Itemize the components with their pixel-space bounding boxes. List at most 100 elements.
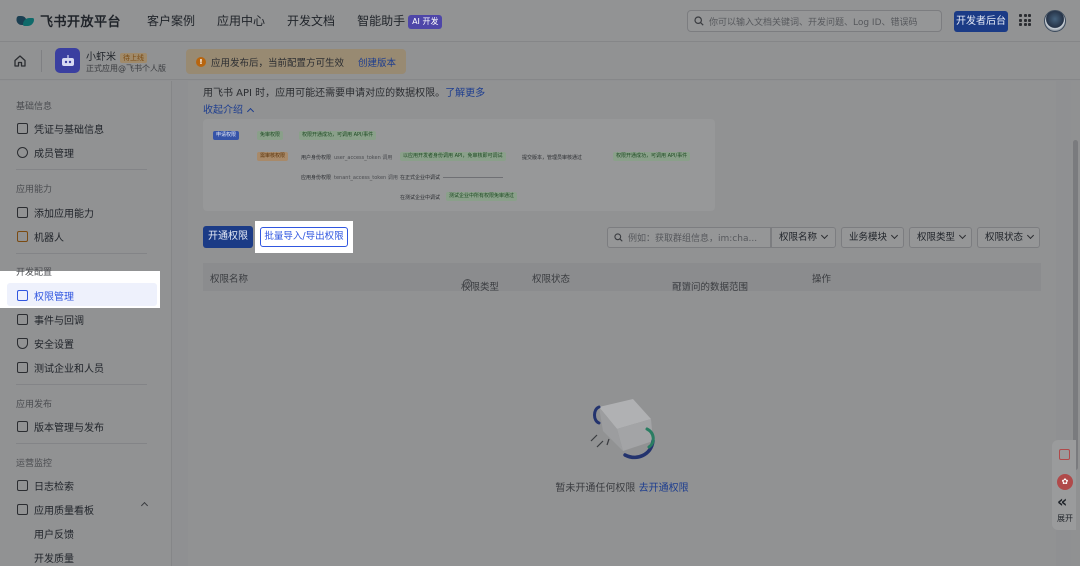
col-status: 权限状态 [532, 274, 571, 285]
sidebar-item-permissions[interactable]: 权限管理 [17, 286, 74, 304]
col-ops: 操作 [812, 274, 832, 285]
sidebar-item-add-capability[interactable]: 添加应用能力 [17, 203, 94, 221]
sidebar-item-label: 版本管理与发布 [34, 422, 104, 434]
sidebar-item-label: 添加应用能力 [34, 208, 94, 220]
sidebar-group-release: 应用发布 [16, 400, 53, 410]
sidebar-item-bot[interactable]: 机器人 [17, 227, 64, 245]
intro-text: 用飞书 API 时，应用可能还需要申请对应的数据权限。了解更多 [203, 87, 1043, 101]
flow-submit: 提交版本，管理员审核通过 [522, 155, 583, 161]
nav-smart-assistant-label: 智能助手 [357, 14, 406, 28]
sidebar-item-credentials[interactable]: 凭证与基础信息 [17, 119, 104, 137]
create-version-link[interactable]: 创建版本 [358, 55, 396, 69]
sidebar-item-label: 开发质量 [34, 553, 74, 565]
sidebar-divider [16, 384, 147, 385]
go-open-permission-link[interactable]: 去开通权限 [639, 483, 689, 494]
sidebar-item-label: 用户反馈 [34, 529, 74, 541]
app-grid-icon[interactable] [1019, 14, 1031, 26]
sidebar-group-ops: 运营监控 [16, 459, 53, 469]
flow-user-step: 以应用开发者身份调用 API，免审核即可调试 [400, 152, 506, 161]
main-content: 用飞书 API 时，应用可能还需要申请对应的数据权限。了解更多 收起介绍 申请权… [188, 81, 1056, 566]
flow-success: 权限开通成功，可调用 API/事件 [613, 152, 691, 161]
flow-apply: 申请权限 [213, 131, 240, 140]
batch-import-export-button[interactable]: 批量导入/导出权限 [260, 227, 348, 247]
col-name: 权限名称 [210, 274, 249, 285]
log-icon [17, 479, 28, 491]
upload-icon [17, 420, 28, 432]
filter-permission-status[interactable]: 权限状态 [977, 227, 1040, 248]
chevron-down-icon [1026, 231, 1035, 240]
chevron-down-icon [890, 231, 899, 240]
assistant-icon[interactable]: ✿ [1057, 474, 1073, 490]
sidebar-item-test-org[interactable]: 测试企业和人员 [17, 358, 104, 376]
app-name-text: 小虾米 [86, 52, 116, 63]
sidebar-group-dev-config: 开发配置 [16, 268, 53, 278]
filter-permission-name[interactable]: 权限名称 [771, 227, 836, 248]
sidebar-item-quality[interactable]: 应用质量看板 [17, 500, 149, 518]
sidebar-item-label: 日志检索 [34, 481, 74, 493]
app-name: 小虾米 待上线 [86, 48, 147, 63]
filter-business-module[interactable]: 业务模块 [841, 227, 904, 248]
flow-formal: 在正式企业中调试 [400, 175, 441, 181]
sidebar-item-logs[interactable]: 日志检索 [17, 476, 74, 494]
sidebar-item-feedback[interactable]: 用户反馈 [34, 524, 74, 542]
flow-tenant-token: tenant_access_token 调用 [334, 175, 398, 181]
bot-icon [17, 230, 28, 242]
sidebar: 基础信息 凭证与基础信息 成员管理 应用能力 添加应用能力 机器人 事件与回调 … [0, 81, 172, 566]
sidebar-item-label: 事件与回调 [34, 315, 84, 327]
app-robot-icon [55, 48, 80, 73]
sidebar-item-label: 安全设置 [34, 339, 74, 351]
home-icon[interactable] [13, 54, 27, 68]
expand-label[interactable]: 展开 [1057, 513, 1073, 524]
sidebar-item-events[interactable]: 事件与回调 [17, 310, 84, 328]
sidebar-item-version[interactable]: 版本管理与发布 [17, 417, 104, 435]
flow-free: 免审权限 [257, 131, 284, 140]
global-search-input[interactable]: 你可以输入文档关键词、开发问题、Log ID、错误码 [687, 10, 942, 32]
empty-box-illustration [590, 399, 655, 460]
sidebar-item-label: 测试企业和人员 [34, 363, 104, 375]
brand-logo[interactable]: 飞书开放平台 [14, 11, 121, 30]
sidebar-item-members[interactable]: 成员管理 [17, 143, 74, 161]
open-permission-button[interactable]: 开通权限 [203, 226, 253, 248]
filter-permission-type[interactable]: 权限类型 [909, 227, 972, 248]
notice-text: 应用发布后，当前配置方可生效 [211, 57, 345, 69]
learn-more-link[interactable]: 了解更多 [445, 88, 485, 99]
user-avatar[interactable] [1044, 10, 1066, 32]
filter-label: 权限状态 [985, 232, 1024, 243]
help-icon[interactable]: ? [463, 279, 472, 288]
sidebar-item-security[interactable]: 安全设置 [17, 334, 74, 352]
search-icon [614, 233, 623, 242]
sidebar-item-label: 凭证与基础信息 [34, 124, 104, 136]
sidebar-divider [16, 443, 147, 444]
chevron-down-icon [958, 231, 967, 240]
sidebar-item-dev-quality[interactable]: 开发质量 [34, 548, 74, 566]
scrollbar-thumb[interactable] [1073, 140, 1078, 470]
divider [41, 50, 42, 72]
publish-notice: ! 应用发布后，当前配置方可生效 创建版本 [186, 49, 406, 74]
search-icon [694, 16, 704, 26]
feishu-logo-icon [14, 14, 34, 28]
collapse-intro-button[interactable]: 收起介绍 [203, 101, 255, 116]
expand-chevron-icon[interactable]: « [1057, 492, 1067, 511]
sidebar-group-basic: 基础信息 [16, 102, 53, 112]
nav-customer-cases[interactable]: 客户案例 [147, 12, 195, 29]
sidebar-group-capability: 应用能力 [16, 185, 53, 195]
chevron-down-icon [820, 231, 829, 240]
flow-test-step: 测试企业中所有权限免审通过 [446, 192, 518, 201]
nav-app-center[interactable]: 应用中心 [217, 12, 265, 29]
shield-icon [17, 337, 28, 349]
chevron-up-icon[interactable] [140, 501, 149, 510]
flow-user-token: user_access_token 调用 [334, 155, 393, 161]
search-placeholder: 你可以输入文档关键词、开发问题、Log ID、错误码 [709, 17, 918, 28]
chevron-up-icon [247, 107, 255, 116]
nav-dev-docs[interactable]: 开发文档 [287, 12, 335, 29]
events-icon [17, 313, 28, 325]
nav-smart-assistant[interactable]: 智能助手 AI 开发 [357, 12, 443, 29]
app-status-badge: 待上线 [120, 53, 147, 63]
developer-console-button[interactable]: 开发者后台 [954, 11, 1008, 32]
feedback-icon[interactable] [1059, 449, 1070, 460]
col-scope-tag[interactable]: 配置 [672, 279, 691, 293]
dashboard-icon [17, 503, 28, 515]
sidebar-item-label: 机器人 [34, 232, 64, 244]
sidebar-item-label: 应用质量看板 [34, 505, 94, 517]
permission-search-input[interactable]: 例如：获取群组信息，im:cha... [607, 227, 771, 248]
